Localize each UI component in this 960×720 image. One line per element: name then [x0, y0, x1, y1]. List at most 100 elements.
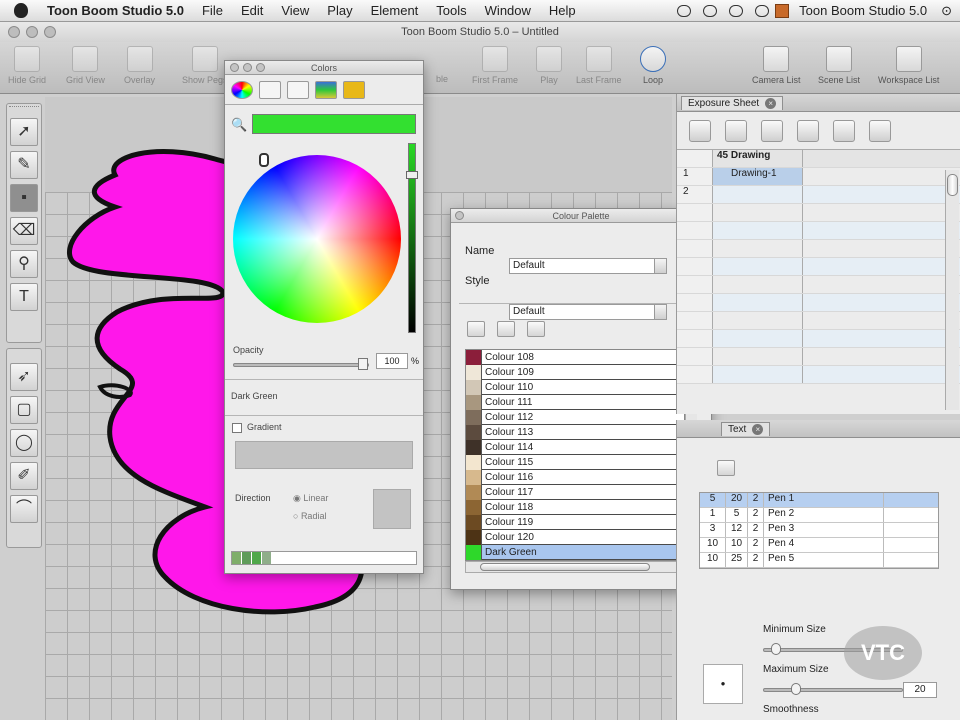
color-wheel[interactable]	[233, 155, 401, 323]
colour-list[interactable]: Colour 108 Colour 109 Colour 110 Colour 111…	[465, 349, 685, 561]
exposure-row[interactable]	[677, 258, 960, 276]
direction-linear-radio[interactable]: ◉ Linear	[293, 493, 328, 504]
exposure-row[interactable]	[677, 222, 960, 240]
exposure-row[interactable]: 2	[677, 186, 960, 204]
colour-list-item[interactable]: Colour 112	[466, 409, 684, 425]
exposure-cell[interactable]	[713, 222, 803, 239]
hide-grid-button[interactable]: Hide Grid	[8, 46, 46, 85]
remove-colour-button[interactable]	[527, 321, 545, 337]
exposure-cell[interactable]	[713, 276, 803, 293]
close-tab-icon[interactable]: ×	[765, 97, 777, 109]
text-tab[interactable]: Text ×	[721, 421, 771, 436]
colour-list-hscrollbar[interactable]	[465, 561, 685, 573]
menu-edit[interactable]: Edit	[232, 3, 272, 18]
magnifier-icon[interactable]: 🔍	[231, 117, 247, 133]
exposure-scroll-thumb[interactable]	[947, 174, 958, 196]
loop-button[interactable]: Loop	[640, 46, 666, 85]
opacity-slider[interactable]	[233, 363, 369, 367]
pen-row[interactable]: 5 20 2 Pen 1	[700, 493, 938, 508]
workspace-list-button[interactable]: Workspace List	[878, 46, 939, 85]
pen-row[interactable]: 10 10 2 Pen 4	[700, 538, 938, 553]
apple-icon[interactable]	[14, 3, 28, 18]
minimize-window-button[interactable]	[26, 26, 38, 38]
exposure-row[interactable]	[677, 366, 960, 384]
maximum-size-thumb[interactable]	[791, 683, 801, 695]
menu-right-app[interactable]: Toon Boom Studio 5.0	[793, 3, 933, 18]
spotlight-icon[interactable]: ⊙	[933, 3, 960, 19]
zoom-window-button[interactable]	[44, 26, 56, 38]
exposure-cell[interactable]: Drawing-1	[713, 168, 803, 185]
colors-minimize-button[interactable]	[243, 63, 252, 72]
menu-window[interactable]: Window	[476, 3, 540, 18]
add-drawing-element-icon[interactable]	[689, 119, 711, 142]
close-window-button[interactable]	[8, 26, 20, 38]
select-tool-icon[interactable]: ➚	[10, 118, 38, 146]
colors-zoom-button[interactable]	[256, 63, 265, 72]
add-colour-button[interactable]	[467, 321, 485, 337]
exposure-row[interactable]	[677, 294, 960, 312]
brightness-thumb[interactable]	[406, 171, 418, 179]
exposure-cell[interactable]	[713, 258, 803, 275]
dropper-tool-icon[interactable]: ⚲	[10, 250, 38, 278]
swatch-cell[interactable]	[262, 552, 272, 564]
scene-list-button[interactable]: Scene List	[818, 46, 860, 85]
swatch-cell[interactable]	[252, 552, 262, 564]
menu-view[interactable]: View	[272, 3, 318, 18]
colour-list-item[interactable]: Colour 117	[466, 484, 684, 500]
exposure-row[interactable]	[677, 312, 960, 330]
eraser-tool-icon[interactable]: ⌫	[10, 217, 38, 245]
maximum-size-field[interactable]: 20	[903, 682, 937, 698]
exposure-row[interactable]	[677, 330, 960, 348]
add-camera-element-icon[interactable]	[797, 119, 819, 142]
exposure-cell[interactable]	[713, 294, 803, 311]
color-wheel-tab-icon[interactable]	[231, 80, 253, 99]
drawing-column-header[interactable]: 45 Drawing	[713, 150, 803, 167]
text-tool-icon[interactable]: T	[10, 283, 38, 311]
direction-radial-radio[interactable]: ○ Radial	[293, 511, 326, 521]
minimum-size-thumb[interactable]	[771, 643, 781, 655]
colour-list-item[interactable]: Colour 115	[466, 454, 684, 470]
sync-icon[interactable]	[677, 4, 692, 17]
add-effect-element-icon[interactable]	[869, 119, 891, 142]
add-image-element-icon[interactable]	[725, 119, 747, 142]
swatch-strip[interactable]	[231, 551, 417, 565]
colour-list-item[interactable]: Dark Green	[466, 544, 684, 560]
colour-list-item[interactable]: Colour 110	[466, 379, 684, 395]
exposure-row[interactable]	[677, 204, 960, 222]
colors-close-button[interactable]	[230, 63, 239, 72]
exposure-cell[interactable]	[713, 330, 803, 347]
display-icon[interactable]	[729, 4, 744, 17]
contour-select-tool-icon[interactable]: ➶	[10, 363, 38, 391]
grid-view-button[interactable]: Grid View	[66, 46, 105, 85]
exposure-cell[interactable]	[713, 204, 803, 221]
colour-list-item[interactable]: Colour 109	[466, 364, 684, 380]
exposure-row[interactable]	[677, 240, 960, 258]
exposure-row[interactable]: 1 Drawing-1	[677, 168, 960, 186]
pen-row[interactable]: 3 12 2 Pen 3	[700, 523, 938, 538]
colour-list-item[interactable]: Colour 116	[466, 469, 684, 485]
exposure-scrollbar[interactable]	[945, 170, 959, 410]
swatch-cell[interactable]	[242, 552, 252, 564]
pen-row[interactable]: 1 5 2 Pen 2	[700, 508, 938, 523]
sliders-tab-icon[interactable]	[259, 80, 281, 99]
exposure-cell[interactable]	[713, 348, 803, 365]
first-frame-button[interactable]: First Frame	[472, 46, 518, 85]
colour-list-item[interactable]: Colour 113	[466, 424, 684, 440]
colour-list-item[interactable]: Colour 120	[466, 529, 684, 545]
palette-name-select[interactable]: Default	[509, 258, 667, 274]
new-pen-button[interactable]	[717, 460, 735, 476]
menu-help[interactable]: Help	[540, 3, 585, 18]
ellipse-tool-icon[interactable]: ◯	[10, 429, 38, 457]
cloud-icon[interactable]	[703, 4, 718, 17]
palette-close-button[interactable]	[455, 211, 464, 220]
pen-table[interactable]: 5 20 2 Pen 1 1 5 2 Pen 2 3 12 2 Pen 3 10 10 2 Pen 4 10 25…	[699, 492, 939, 569]
play-button[interactable]: Play	[536, 46, 562, 85]
last-frame-button[interactable]: Last Frame	[576, 46, 622, 85]
exposure-sheet-tab[interactable]: Exposure Sheet ×	[681, 95, 784, 110]
brush-tool-icon[interactable]: ✎	[10, 151, 38, 179]
pen-row[interactable]: 10 25 2 Pen 5	[700, 553, 938, 568]
colour-list-item[interactable]: Colour 111	[466, 394, 684, 410]
close-tab-icon[interactable]: ×	[752, 423, 764, 435]
gradient-checkbox[interactable]	[232, 423, 242, 433]
menu-element[interactable]: Element	[362, 3, 428, 18]
